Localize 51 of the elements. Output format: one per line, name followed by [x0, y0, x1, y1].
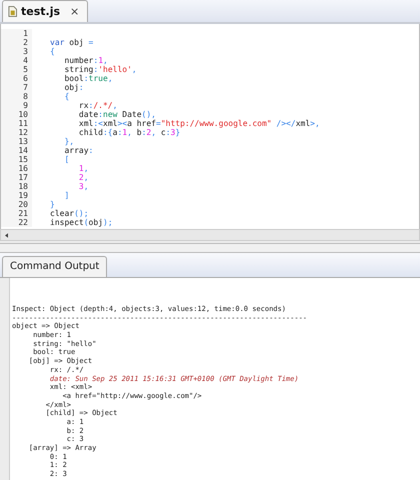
close-icon[interactable]: × — [70, 5, 80, 18]
code-line: obj: — [63, 83, 84, 92]
code-line: 1, — [78, 164, 89, 173]
line-number: 22 — [17, 218, 29, 227]
line-number: 5 — [22, 65, 29, 74]
code-line: 3, — [78, 182, 89, 191]
code-line: number:1, — [63, 56, 108, 65]
line-number: 19 — [17, 191, 29, 200]
code-line: bool:true, — [63, 74, 113, 83]
code-line: ] — [63, 191, 70, 200]
line-number: 16 — [17, 164, 29, 173]
line-number: 15 — [17, 155, 29, 164]
code-line: clear(); — [50, 209, 89, 218]
code-line: array: — [63, 146, 94, 155]
code-line: xml:<xml><a href="http://www.google.com" /></xml>, — [78, 119, 320, 128]
splitter-bar[interactable] — [0, 243, 420, 253]
line-number: 7 — [22, 83, 29, 92]
line-number: 8 — [22, 92, 29, 101]
code-line: inspect(obj); — [50, 218, 113, 227]
code-line: }, — [63, 137, 74, 146]
file-icon — [8, 6, 17, 17]
file-tab[interactable]: test.js × — [2, 0, 88, 22]
line-number: 13 — [17, 137, 29, 146]
line-number: 6 — [22, 74, 29, 83]
line-number: 17 — [17, 173, 29, 182]
line-number: 2 — [22, 38, 29, 47]
line-number: 1 — [22, 29, 29, 38]
code-line: { — [63, 92, 70, 101]
code-line: rx:/.*/, — [78, 101, 118, 110]
code-line: child:{a:1, b:2, c:3} — [78, 128, 180, 137]
code-line: } — [50, 200, 55, 209]
code-line: date:new Date(), — [78, 110, 156, 119]
line-number: 20 — [17, 200, 29, 209]
line-number: 10 — [17, 110, 29, 119]
code-line: 2, — [78, 173, 89, 182]
code-line: string:'hello', — [63, 65, 137, 74]
line-number: 12 — [17, 128, 29, 137]
line-number: 9 — [22, 101, 29, 110]
code-line: var obj = — [50, 38, 94, 47]
horizontal-scrollbar[interactable] — [0, 229, 420, 241]
code-line: [ — [63, 155, 70, 164]
line-number: 3 — [22, 47, 29, 56]
line-number: 4 — [22, 56, 29, 65]
line-number: 21 — [17, 209, 29, 218]
code-line: { — [50, 47, 55, 56]
tab-title: test.js — [21, 5, 60, 18]
line-number: 14 — [17, 146, 29, 155]
scroll-left-icon[interactable] — [5, 232, 8, 238]
line-number: 11 — [17, 119, 29, 128]
output-tab[interactable]: Command Output — [2, 256, 108, 277]
line-number: 18 — [17, 182, 29, 191]
